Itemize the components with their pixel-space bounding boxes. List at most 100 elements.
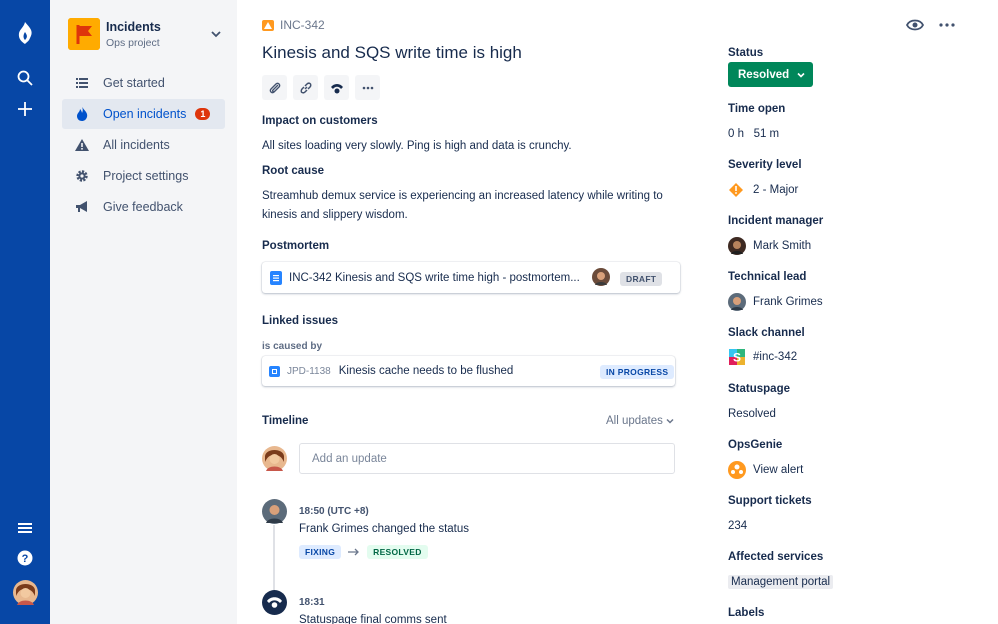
postmortem-title: INC-342 Kinesis and SQS write time high … — [289, 271, 580, 284]
count-badge: 1 — [195, 108, 211, 120]
watch-eye-icon[interactable] — [906, 19, 924, 31]
technical-lead-field[interactable]: Frank Grimes — [728, 293, 823, 311]
sidebar-item-label: Project settings — [103, 169, 189, 183]
statuspage-value[interactable]: Resolved — [728, 408, 776, 420]
severity-value: 2 - Major — [753, 184, 799, 196]
gear-icon — [74, 168, 90, 184]
chevron-down-icon[interactable] — [208, 26, 224, 42]
megaphone-icon — [74, 199, 90, 215]
product-logo-icon[interactable] — [0, 20, 50, 48]
task-icon — [269, 365, 280, 377]
page-title[interactable]: Kinesis and SQS write time is high — [262, 43, 522, 63]
current-user-avatar — [262, 446, 287, 471]
link-relation: is caused by — [262, 341, 323, 352]
statuspage-button[interactable] — [324, 75, 349, 100]
project-switcher[interactable]: Incidents Ops project — [68, 18, 228, 52]
global-nav: ? — [0, 0, 50, 624]
entry-time: 18:31 — [299, 597, 325, 608]
linked-issue-card[interactable]: JPD-1138 Kinesis cache needs to be flush… — [262, 356, 675, 386]
author-avatar — [592, 268, 610, 286]
entry-text: Statuspage final comms sent — [299, 614, 447, 624]
breadcrumb[interactable]: INC-342 — [262, 18, 325, 32]
sidebar-item-label: Get started — [103, 76, 165, 90]
status-from-badge: FIXING — [299, 545, 342, 559]
sidebar-item-label: Open incidents — [103, 107, 187, 121]
manager-name: Mark Smith — [753, 240, 812, 252]
svg-text:?: ? — [22, 553, 29, 565]
issue-toolbar — [262, 75, 380, 100]
status-change: FIXING RESOLVED — [299, 545, 428, 559]
issue-key[interactable]: INC-342 — [280, 18, 325, 32]
help-icon[interactable]: ? — [0, 549, 50, 567]
sidebar-item-all-incidents[interactable]: All incidents — [62, 130, 225, 160]
root-cause-heading: Root cause — [262, 165, 324, 177]
status-value: Resolved — [738, 68, 790, 81]
impact-heading: Impact on customers — [262, 115, 378, 127]
severity-field[interactable]: 2 - Major — [728, 182, 798, 198]
more-options-icon[interactable] — [939, 23, 955, 27]
support-tickets-label: Support tickets — [728, 495, 812, 507]
alert-triangle-icon — [74, 137, 90, 153]
opsgenie-label: OpsGenie — [728, 439, 783, 451]
support-tickets-value[interactable]: 234 — [728, 520, 747, 532]
chevron-down-icon — [797, 72, 805, 78]
document-icon — [270, 270, 282, 285]
project-logo-icon — [68, 18, 100, 50]
incident-manager-label: Incident manager — [728, 215, 824, 227]
svg-text:S: S — [733, 351, 741, 365]
more-icon — [362, 86, 373, 89]
sidebar-item-project-settings[interactable]: Project settings — [62, 161, 225, 191]
project-type: Ops project — [106, 37, 160, 49]
create-icon[interactable] — [0, 99, 50, 119]
statuspage-icon — [330, 83, 343, 93]
root-cause-text[interactable]: Streamhub demux service is experiencing … — [262, 187, 682, 225]
time-open-label: Time open — [728, 103, 786, 115]
attach-button[interactable] — [262, 75, 287, 100]
incident-manager-field[interactable]: Mark Smith — [728, 237, 811, 255]
timeline-filter[interactable]: All updates — [606, 415, 675, 427]
sidebar-item-open-incidents[interactable]: Open incidents 1 — [62, 99, 225, 129]
arrow-right-icon — [348, 548, 360, 556]
menu-icon[interactable] — [0, 519, 50, 537]
entry-time: 18:50 (UTC +8) — [299, 506, 369, 517]
lead-name: Frank Grimes — [753, 296, 823, 308]
lead-avatar — [728, 293, 746, 311]
status-badge: DRAFT — [620, 272, 663, 286]
fire-icon — [74, 106, 90, 122]
more-actions-button[interactable] — [355, 75, 380, 100]
postmortem-heading: Postmortem — [262, 240, 330, 252]
opsgenie-field[interactable]: View alert — [728, 461, 803, 479]
slack-channel-field[interactable]: S #inc-342 — [728, 348, 797, 366]
severity-major-icon — [729, 183, 743, 197]
update-input-placeholder: Add an update — [312, 452, 387, 465]
postmortem-card[interactable]: INC-342 Kinesis and SQS write time high … — [262, 262, 680, 293]
service-tag: Management portal — [728, 575, 834, 589]
sidebar-item-give-feedback[interactable]: Give feedback — [62, 192, 225, 222]
paperclip-icon — [269, 82, 280, 93]
affected-services-field[interactable]: Management portal — [728, 575, 834, 589]
opsgenie-link: View alert — [753, 464, 804, 476]
link-button[interactable] — [293, 75, 318, 100]
time-open-value: 0 h 51 m — [728, 128, 780, 140]
technical-lead-label: Technical lead — [728, 271, 807, 283]
slack-channel-label: Slack channel — [728, 327, 805, 339]
incident-type-icon — [262, 19, 274, 31]
impact-text[interactable]: All sites loading very slowly. Ping is h… — [262, 137, 682, 156]
timeline-filter-label: All updates — [606, 415, 663, 427]
status-dropdown-button[interactable]: Resolved — [728, 62, 813, 87]
linked-issue-title: Kinesis cache needs to be flushed — [338, 365, 514, 377]
opsgenie-icon — [728, 461, 746, 479]
user-avatar[interactable] — [0, 580, 50, 605]
project-name: Incidents — [106, 20, 161, 34]
affected-services-label: Affected services — [728, 551, 824, 563]
linked-issue-key: JPD-1138 — [287, 365, 331, 377]
search-icon[interactable] — [0, 68, 50, 88]
update-input[interactable]: Add an update — [299, 443, 675, 474]
chevron-down-icon — [666, 418, 674, 424]
statuspage-label: Statuspage — [728, 383, 790, 395]
entry-avatar — [262, 499, 287, 524]
sidebar-item-get-started[interactable]: Get started — [62, 68, 225, 98]
labels-label: Labels — [728, 607, 765, 619]
timeline-heading: Timeline — [262, 415, 309, 427]
project-sidebar: Incidents Ops project Get started Open i… — [50, 0, 237, 624]
